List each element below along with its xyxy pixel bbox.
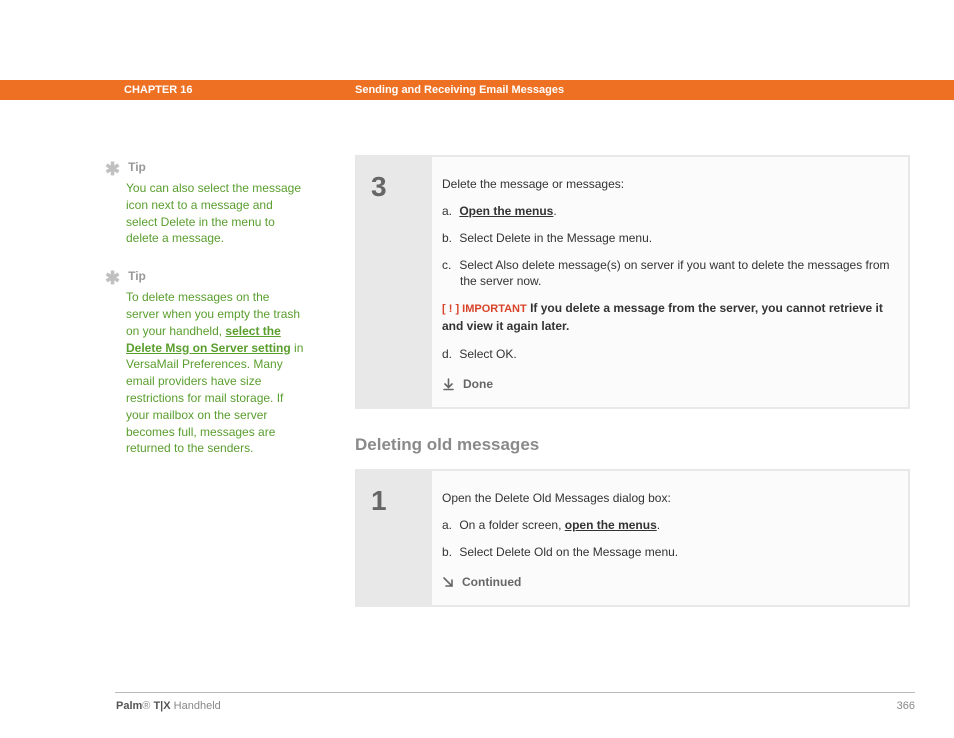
step-box-1: 1 Open the Delete Old Messages dialog bo…: [355, 469, 910, 607]
asterisk-icon: ✱: [105, 269, 120, 287]
tip-label: Tip: [128, 160, 146, 174]
tip-body: You can also select the message icon nex…: [126, 180, 305, 247]
tip-label: Tip: [128, 269, 146, 283]
list-item: c. Select Also delete message(s) on serv…: [442, 257, 892, 291]
important-tag: [ ! ] IMPORTANT: [442, 303, 527, 315]
list-item: a. On a folder screen, open the menus.: [442, 517, 892, 534]
item-text: Select Delete in the Message menu.: [459, 231, 652, 245]
brand-name: Palm: [116, 700, 142, 712]
main-content: 3 Delete the message or messages: a. Ope…: [355, 155, 910, 627]
tip-header: ✱ Tip: [105, 269, 305, 287]
done-label: Done: [463, 377, 493, 391]
footer-brand: Palm® T|X Handheld: [116, 700, 221, 712]
tip-header: ✱ Tip: [105, 160, 305, 178]
chapter-label: CHAPTER 16: [124, 84, 192, 96]
step-list: a. On a folder screen, open the menus. b…: [442, 517, 892, 561]
step-list-continued: d. Select OK.: [442, 346, 892, 363]
step-number: 1: [371, 485, 432, 517]
step-number: 3: [371, 171, 432, 203]
list-item: d. Select OK.: [442, 346, 892, 363]
tip-block: ✱ Tip You can also select the message ic…: [105, 160, 305, 247]
step-intro: Open the Delete Old Messages dialog box:: [442, 491, 892, 505]
continued-label: Continued: [462, 575, 521, 589]
tip-block: ✱ Tip To delete messages on the server w…: [105, 269, 305, 457]
step-content: Delete the message or messages: a. Open …: [432, 157, 908, 407]
step-number-column: 3: [357, 157, 432, 407]
brand-model: T|X: [150, 700, 170, 712]
list-item: b. Select Delete in the Message menu.: [442, 230, 892, 247]
item-marker: b.: [442, 230, 456, 247]
step-content: Open the Delete Old Messages dialog box:…: [432, 471, 908, 605]
done-indicator: Done: [442, 377, 892, 391]
item-text: Select OK.: [459, 347, 516, 361]
item-link[interactable]: open the menus: [565, 518, 657, 532]
tip-body: To delete messages on the server when yo…: [126, 289, 305, 457]
tip-text: You can also select the message icon nex…: [126, 181, 301, 245]
continued-icon: [442, 576, 454, 588]
item-marker: a.: [442, 517, 456, 534]
item-text: Select Delete Old on the Message menu.: [459, 545, 678, 559]
tip-text-after: in VersaMail Preferences. Many email pro…: [126, 341, 303, 456]
item-after: .: [553, 204, 556, 218]
step-box-3: 3 Delete the message or messages: a. Ope…: [355, 155, 910, 409]
chapter-header-bar: CHAPTER 16 Sending and Receiving Email M…: [0, 80, 954, 100]
item-marker: d.: [442, 346, 456, 363]
important-callout: [ ! ] IMPORTANT If you delete a message …: [442, 300, 892, 334]
done-icon: [442, 378, 455, 391]
list-item: b. Select Delete Old on the Message menu…: [442, 544, 892, 561]
item-before: On a folder screen,: [459, 518, 564, 532]
step-list: a. Open the menus. b. Select Delete in t…: [442, 203, 892, 290]
sidebar-tips: ✱ Tip You can also select the message ic…: [105, 160, 305, 479]
list-item: a. Open the menus.: [442, 203, 892, 220]
item-marker: c.: [442, 257, 456, 274]
page-number: 366: [897, 700, 915, 712]
section-heading: Deleting old messages: [355, 435, 910, 455]
step-intro: Delete the message or messages:: [442, 177, 892, 191]
chapter-title: Sending and Receiving Email Messages: [355, 84, 564, 96]
asterisk-icon: ✱: [105, 160, 120, 178]
item-after: .: [657, 518, 660, 532]
step-number-column: 1: [357, 471, 432, 605]
brand-rest: Handheld: [171, 700, 221, 712]
footer-divider: [115, 692, 915, 693]
item-link[interactable]: Open the menus: [459, 204, 553, 218]
item-text: Select Also delete message(s) on server …: [459, 258, 889, 289]
item-marker: a.: [442, 203, 456, 220]
item-marker: b.: [442, 544, 456, 561]
page-footer: Palm® T|X Handheld 366: [116, 700, 915, 712]
continued-indicator: Continued: [442, 575, 892, 589]
